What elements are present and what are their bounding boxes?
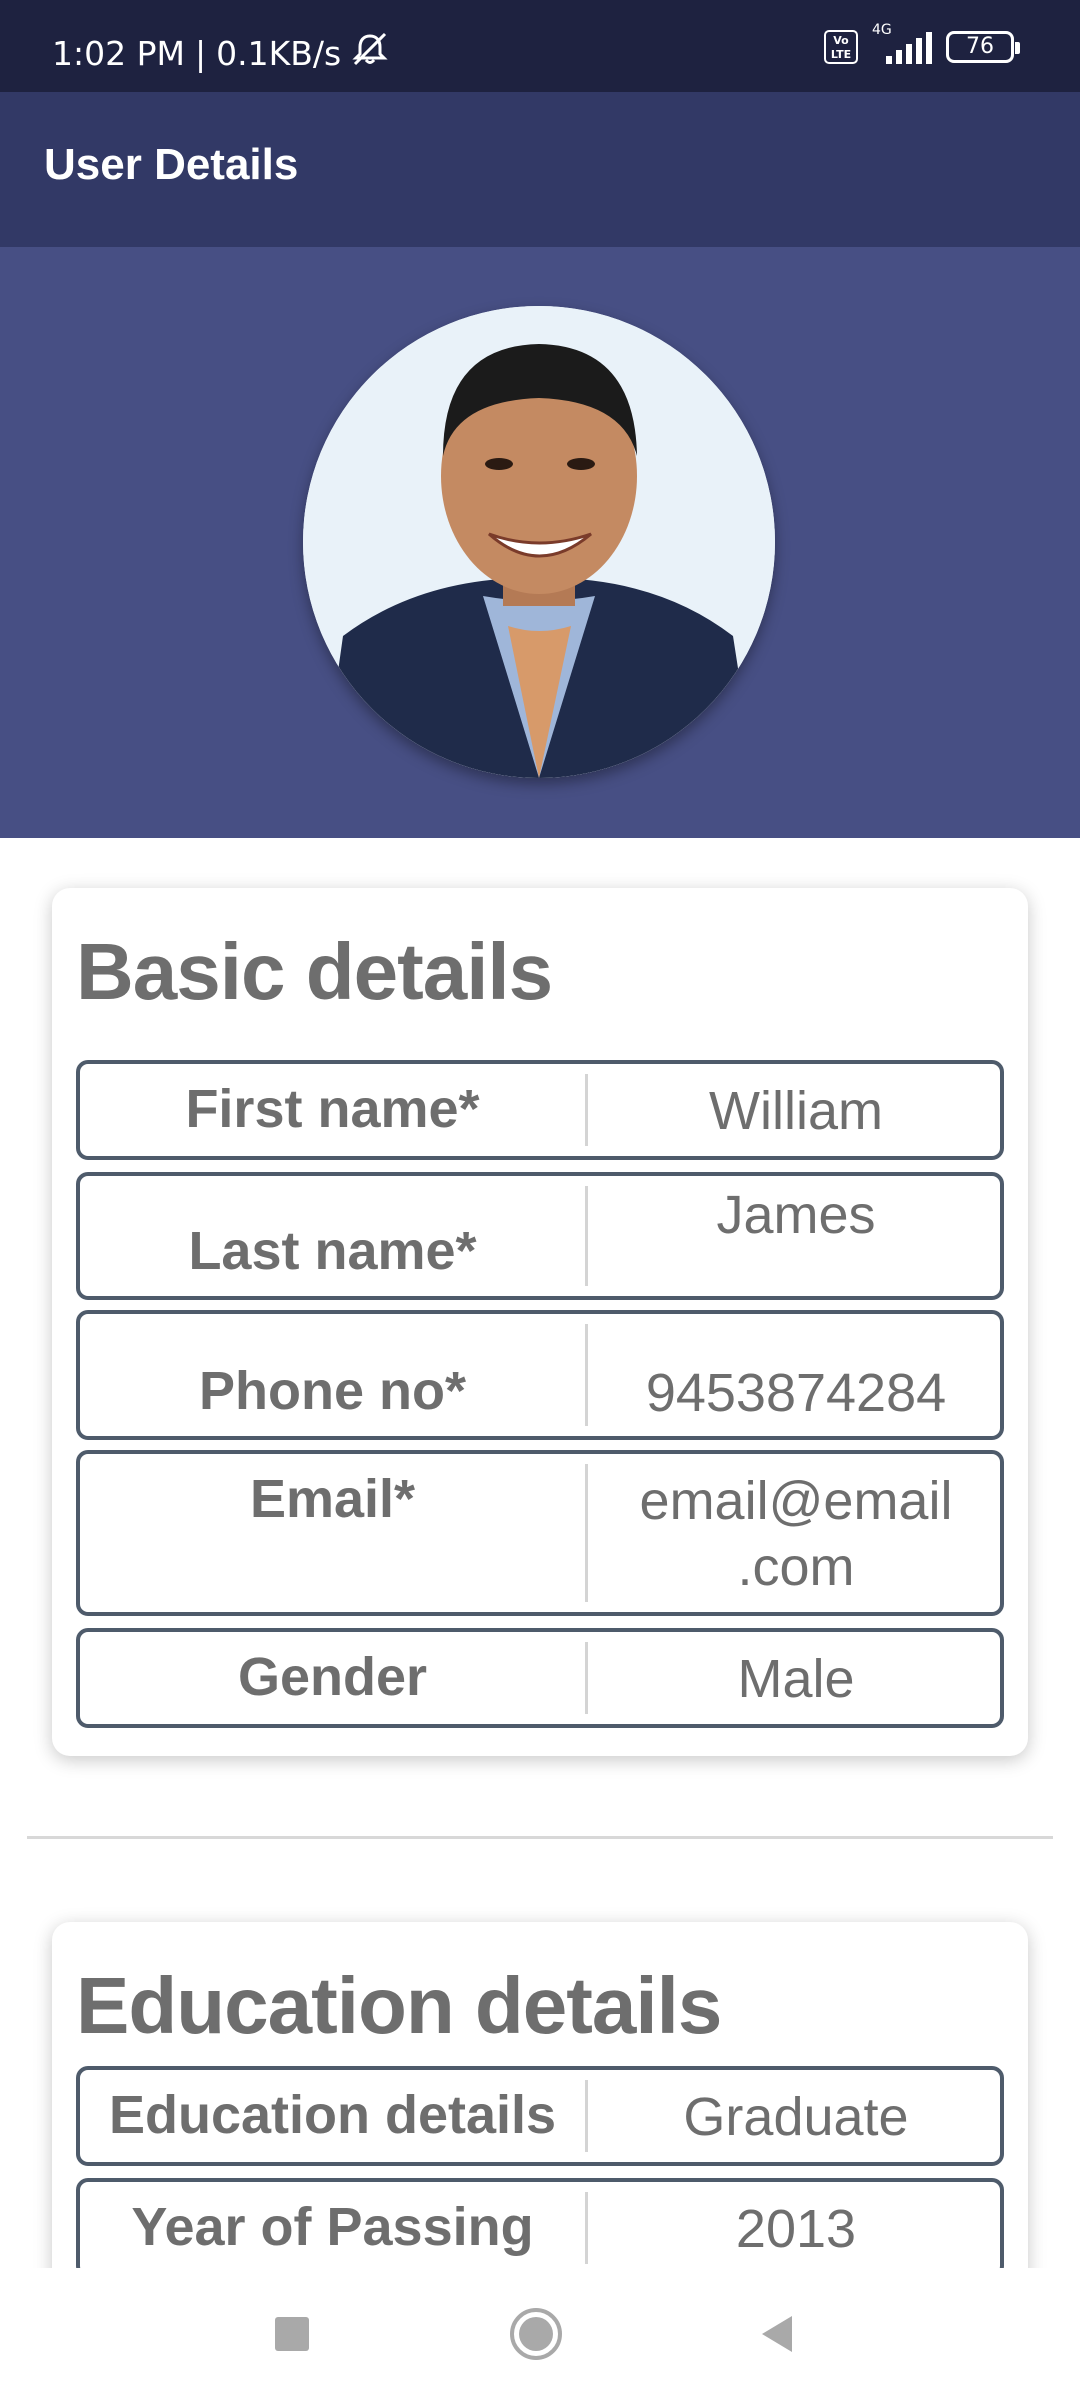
row-label: Year of Passing bbox=[131, 2197, 534, 2257]
detail-row-phone: Phone no* 9453874284 bbox=[76, 1310, 1004, 1440]
row-label: Education details bbox=[108, 2085, 557, 2145]
battery-icon: 76 bbox=[946, 31, 1020, 63]
education-details-card: Education details Education details Grad… bbox=[52, 1922, 1028, 2302]
back-icon bbox=[762, 2316, 792, 2352]
status-separator: | bbox=[194, 33, 207, 73]
navigation-bar bbox=[0, 2268, 1080, 2400]
detail-row-email: Email* email@email .com bbox=[76, 1450, 1004, 1616]
home-button[interactable] bbox=[500, 2298, 572, 2370]
row-label: Phone no* bbox=[199, 1361, 466, 1421]
education-details-title: Education details bbox=[76, 1961, 722, 2050]
detail-row-first-name: First name* William bbox=[76, 1060, 1004, 1160]
recents-button[interactable] bbox=[256, 2298, 328, 2370]
detail-row-education: Education details Graduate bbox=[76, 2066, 1004, 2166]
row-value: Male bbox=[737, 1649, 855, 1709]
row-value: email@email .com bbox=[639, 1471, 953, 1597]
detail-row-gender: Gender Male bbox=[76, 1628, 1004, 1728]
row-value: 2013 bbox=[735, 2199, 857, 2259]
back-button[interactable] bbox=[742, 2298, 814, 2370]
basic-details-card: Basic details First name* William Last n… bbox=[52, 888, 1028, 1756]
row-label: Email* bbox=[249, 1469, 416, 1529]
row-value: William bbox=[709, 1081, 883, 1141]
home-icon bbox=[510, 2308, 562, 2360]
profile-photo bbox=[303, 306, 775, 778]
detail-row-last-name: Last name* James bbox=[76, 1172, 1004, 1300]
avatar[interactable] bbox=[303, 306, 775, 778]
row-value: Graduate bbox=[683, 2087, 909, 2147]
app-bar: User Details bbox=[0, 92, 1080, 247]
row-value: 9453874284 bbox=[645, 1363, 947, 1423]
basic-details-title: Basic details bbox=[76, 927, 553, 1016]
detail-row-year-of-passing: Year of Passing 2013 bbox=[76, 2178, 1004, 2278]
page-title: User Details bbox=[44, 140, 299, 189]
status-left: 1:02 PM | 0.1KB/s bbox=[52, 32, 389, 74]
row-label: Last name* bbox=[188, 1221, 477, 1281]
section-divider bbox=[27, 1836, 1053, 1839]
status-bar: 1:02 PM | 0.1KB/s Vo LTE 4G 76 bbox=[0, 0, 1080, 92]
network-speed: 0.1KB/s bbox=[216, 33, 342, 73]
row-value: James bbox=[716, 1185, 876, 1245]
status-right: Vo LTE 4G 76 bbox=[824, 22, 1020, 64]
network-type: 4G bbox=[872, 22, 892, 38]
mute-icon bbox=[351, 32, 389, 74]
signal-icon: 4G bbox=[872, 22, 932, 64]
status-time: 1:02 PM bbox=[52, 33, 185, 73]
recents-icon bbox=[275, 2317, 309, 2351]
volte-icon: Vo LTE bbox=[824, 30, 858, 64]
row-label: First name* bbox=[185, 1079, 480, 1139]
row-label: Gender bbox=[237, 1647, 428, 1707]
